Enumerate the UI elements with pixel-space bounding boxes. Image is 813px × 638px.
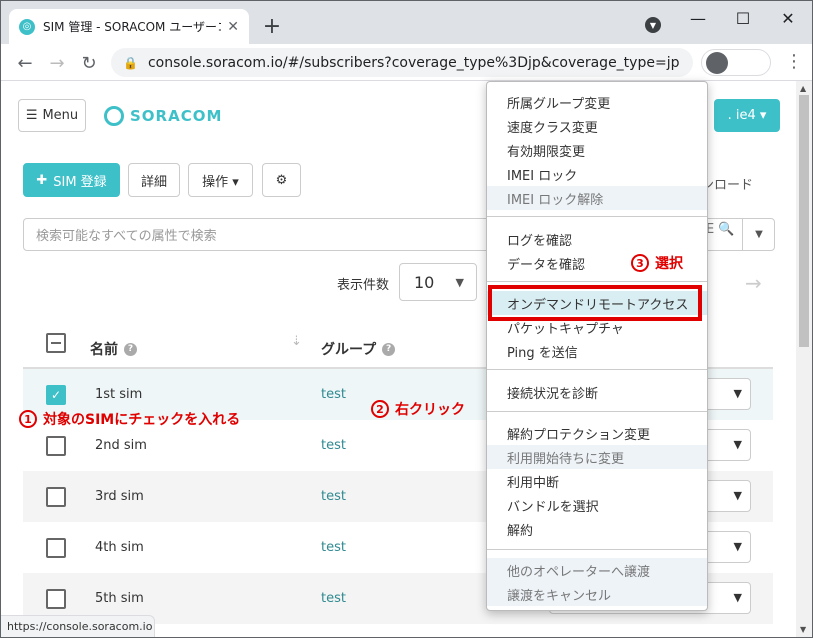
sim-group-link[interactable]: test (321, 489, 346, 504)
menu-separator (487, 369, 707, 370)
address-url: console.soracom.io/#/subscribers?coverag… (147, 54, 680, 71)
menu-item-suspend[interactable]: 利用中断 (487, 469, 707, 493)
menu-item-select-bundle[interactable]: バンドルを選択 (487, 493, 707, 517)
sim-name[interactable]: 4th sim (95, 540, 144, 555)
scroll-thumb[interactable] (799, 95, 809, 347)
menu-item-termination-protection[interactable]: 解約プロテクション変更 (487, 421, 707, 445)
menu-item-cancel-transfer: 譲渡をキャンセル (487, 582, 707, 606)
menu-item-imei-lock[interactable]: IMEI ロック (487, 162, 707, 186)
search-options-caret[interactable]: ▼ (742, 218, 775, 251)
register-sim-label: SIM 登録 (53, 174, 107, 190)
sim-name[interactable]: 1st sim (95, 387, 142, 402)
soracom-logo-icon (104, 106, 124, 126)
menu-item-change-group[interactable]: 所属グループ変更 (487, 90, 707, 114)
browser-menu-icon[interactable]: ⋮ (785, 51, 803, 72)
per-page-value: 10 (414, 272, 435, 292)
column-header-name[interactable]: 名前? (90, 331, 137, 367)
avatar-icon (706, 52, 728, 74)
soracom-logo[interactable]: SORACOM (104, 104, 222, 128)
sim-name[interactable]: 3rd sim (95, 489, 144, 504)
sim-name[interactable]: 2nd sim (95, 438, 147, 453)
highlight-box (488, 285, 702, 321)
forward-arrow-icon[interactable]: → (45, 51, 69, 75)
chevron-down-icon: ▼ (733, 438, 742, 451)
menu-item-send-ping[interactable]: Ping を送信 (487, 339, 707, 363)
annotation-step-2: 2 右クリック (371, 399, 465, 419)
window-close-button[interactable]: ✕ (773, 7, 803, 29)
operation-dropdown-button[interactable]: 操作 ▾ (188, 163, 253, 197)
menu-item-transfer-operator: 他のオペレーターへ譲渡 (487, 558, 707, 582)
settings-button[interactable]: ⚙ (262, 163, 301, 197)
minimize-button[interactable]: — (683, 7, 713, 29)
row-checkbox[interactable] (46, 589, 66, 609)
tab-close-icon[interactable]: ✕ (227, 19, 239, 35)
lock-icon: 🔒 (123, 55, 138, 70)
menu-item-terminate[interactable]: 解約 (487, 517, 707, 541)
next-page-arrow-icon[interactable]: → (745, 271, 762, 295)
annotation-step-3: 3 選択 (631, 253, 683, 273)
annotation-step-1: 1 対象のSIMにチェックを入れる (19, 409, 240, 429)
row-checkbox[interactable] (46, 538, 66, 558)
back-arrow-icon[interactable]: ← (13, 51, 37, 75)
page-scrollbar[interactable]: ▲ ▼ (796, 81, 812, 637)
menu-item-change-speed-class[interactable]: 速度クラス変更 (487, 114, 707, 138)
detail-button[interactable]: 詳細 (128, 163, 180, 197)
sim-group-link[interactable]: test (321, 591, 346, 606)
row-checkbox[interactable] (46, 487, 66, 507)
scroll-down-icon[interactable]: ▼ (800, 625, 806, 634)
row-checkbox-checked[interactable]: ✓ (46, 385, 66, 405)
scroll-up-icon[interactable]: ▲ (800, 84, 806, 93)
menu-separator (487, 281, 707, 282)
tab-search-icon[interactable]: ▼ (645, 17, 661, 33)
reload-icon[interactable]: ↻ (77, 51, 101, 75)
sim-group-link[interactable]: test (321, 387, 346, 402)
chevron-down-icon: ▼ (733, 387, 742, 400)
menu-button[interactable]: ☰ Menu (18, 99, 86, 132)
browser-tab[interactable]: ◎ SIM 管理 - SORACOM ユーザーコンソ ✕ (9, 9, 249, 44)
menu-item-diagnose-connection[interactable]: 接続状況を診断 (487, 380, 707, 404)
per-page-select[interactable]: 10 ▼ (399, 263, 477, 301)
sim-group-link[interactable]: test (321, 540, 346, 555)
maximize-button[interactable]: ☐ (728, 7, 758, 29)
operator-button[interactable]: . ie4 ▾ (714, 99, 780, 132)
profile-button[interactable] (701, 49, 771, 76)
menu-separator (487, 216, 707, 217)
menu-item-view-logs[interactable]: ログを確認 (487, 227, 707, 251)
per-page-label: 表示件数 (337, 278, 390, 293)
plus-icon: ✚ (36, 172, 48, 188)
menu-separator (487, 411, 707, 412)
help-icon[interactable]: ? (382, 342, 396, 356)
gear-icon: ⚙ (275, 172, 288, 188)
sim-name[interactable]: 5th sim (95, 591, 144, 606)
new-tab-button[interactable]: + (259, 13, 285, 39)
sim-group-link[interactable]: test (321, 438, 346, 453)
status-url: https://console.soracom.io (1, 615, 155, 637)
column-header-group[interactable]: グループ? (321, 331, 396, 367)
menu-item-set-ready: 利用開始待ちに変更 (487, 445, 707, 469)
logo-text: SORACOM (130, 107, 223, 125)
register-sim-button[interactable]: ✚ SIM 登録 (23, 163, 120, 197)
address-bar[interactable]: 🔒 console.soracom.io/#/subscribers?cover… (111, 48, 693, 77)
context-menu: 所属グループ変更 速度クラス変更 有効期限変更 IMEI ロック IMEI ロッ… (486, 81, 708, 611)
sort-icon[interactable]: ⇣ (291, 334, 302, 349)
chevron-down-icon: ▼ (455, 276, 464, 289)
download-link[interactable]: ンロード (701, 174, 753, 193)
help-icon[interactable]: ? (124, 342, 137, 356)
search-trail-text: E 🔍 (706, 222, 735, 237)
soracom-favicon-icon: ◎ (19, 18, 35, 35)
select-all-checkbox[interactable] (46, 333, 66, 353)
menu-button-label: Menu (42, 108, 79, 123)
menu-separator (487, 549, 707, 550)
tab-title: SIM 管理 - SORACOM ユーザーコンソ (43, 20, 221, 34)
chevron-down-icon: ▼ (733, 540, 742, 553)
menu-item-change-expiry[interactable]: 有効期限変更 (487, 138, 707, 162)
row-checkbox[interactable] (46, 436, 66, 456)
chevron-down-icon: ▼ (733, 591, 742, 604)
search-icon[interactable]: 🔍 (718, 222, 734, 237)
menu-item-imei-unlock: IMEI ロック解除 (487, 186, 707, 210)
hamburger-icon: ☰ (25, 108, 38, 123)
chevron-down-icon: ▼ (733, 489, 742, 502)
